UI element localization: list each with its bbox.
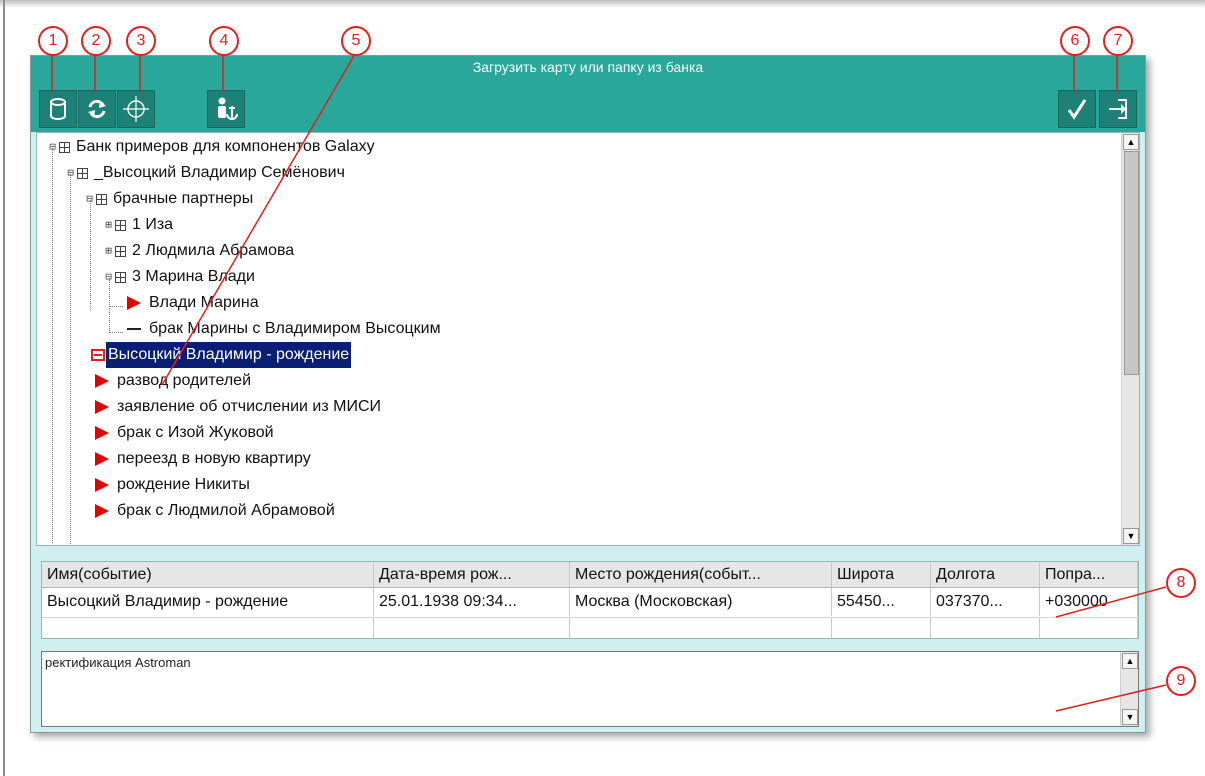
callout-3: 3 [126, 26, 156, 56]
callout-7: 7 [1103, 26, 1133, 56]
callout-8: 8 [1166, 568, 1196, 598]
callout-6: 6 [1060, 26, 1090, 56]
callout-2: 2 [81, 26, 111, 56]
callout-9: 9 [1166, 666, 1196, 696]
callout-5: 5 [341, 26, 371, 56]
callout-1: 1 [38, 26, 68, 56]
callout-4: 4 [209, 26, 239, 56]
annotation-lines [51, 53, 1167, 712]
